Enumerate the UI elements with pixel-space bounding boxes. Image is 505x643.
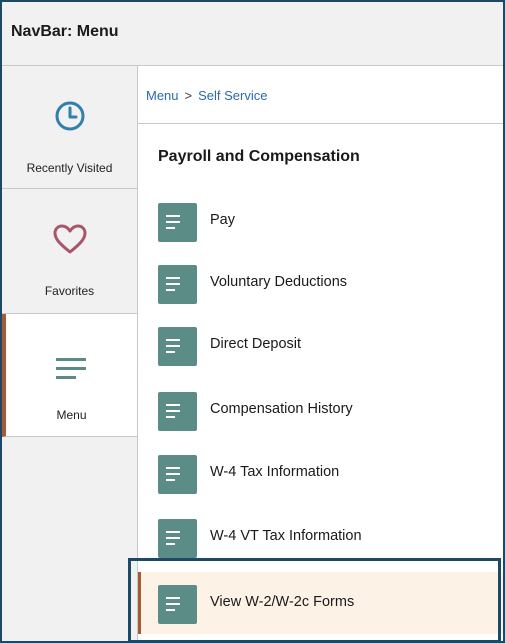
menu-item-label: W-4 VT Tax Information	[210, 528, 362, 544]
menu-item-direct-deposit[interactable]: Direct Deposit	[138, 314, 503, 376]
menu-item-icon	[158, 203, 197, 242]
breadcrumb-separator: >	[184, 88, 193, 103]
nav-item-label: Recently Visited	[26, 161, 113, 175]
navbar-title: NavBar: Menu	[11, 23, 119, 40]
menu-item-w4-vt-tax-information[interactable]: W-4 VT Tax Information	[138, 506, 503, 568]
list-icon	[166, 467, 180, 481]
nav-item-label: Menu	[56, 408, 87, 422]
menu-item-label: W-4 Tax Information	[210, 464, 340, 480]
breadcrumb-link-menu[interactable]: Menu	[146, 88, 179, 103]
heart-icon	[53, 224, 87, 254]
menu-item-compensation-history[interactable]: Compensation History	[138, 379, 503, 441]
list-icon	[166, 277, 180, 291]
menu-item-label: Compensation History	[210, 401, 353, 417]
menu-item-label: Direct Deposit	[210, 336, 302, 352]
navbar-panel: NavBar: Menu Recently Visited Favorites …	[2, 2, 503, 641]
nav-item-menu[interactable]: Menu	[2, 314, 137, 437]
menu-item-label: Voluntary Deductions	[210, 274, 348, 290]
list-icon	[166, 215, 180, 229]
menu-item-icon	[158, 455, 197, 494]
list-icon	[166, 597, 180, 611]
nav-item-recently-visited[interactable]: Recently Visited	[2, 66, 137, 189]
menu-item-w4-tax-information[interactable]: W-4 Tax Information	[138, 442, 503, 504]
list-icon	[166, 531, 180, 545]
section-title: Payroll and Compensation	[158, 148, 360, 165]
menu-item-label: View W-2/W-2c Forms	[210, 594, 355, 610]
menu-content: Menu > Self Service Payroll and Compensati…	[138, 66, 503, 641]
menu-item-pay[interactable]: Pay	[138, 190, 503, 252]
divider	[138, 123, 503, 124]
menu-item-icon	[158, 327, 197, 366]
menu-item-voluntary-deductions[interactable]: Voluntary Deductions	[138, 252, 503, 314]
nav-item-favorites[interactable]: Favorites	[2, 189, 137, 314]
menu-item-icon	[158, 519, 197, 558]
menu-lines-icon	[56, 358, 86, 379]
menu-item-icon	[158, 585, 197, 624]
clock-icon	[55, 101, 85, 131]
navbar-header: NavBar: Menu	[2, 2, 503, 66]
menu-item-icon	[158, 392, 197, 431]
list-icon	[166, 339, 180, 353]
breadcrumb-link-self-service[interactable]: Self Service	[198, 88, 267, 103]
nav-item-label: Favorites	[44, 284, 95, 298]
menu-item-icon	[158, 265, 197, 304]
menu-item-label: Pay	[210, 212, 235, 228]
menu-item-view-w2-forms[interactable]: View W-2/W-2c Forms	[138, 572, 503, 634]
list-icon	[166, 404, 180, 418]
navbar-sidebar: Recently Visited Favorites Menu	[2, 66, 138, 641]
breadcrumb: Menu > Self Service	[146, 88, 268, 103]
